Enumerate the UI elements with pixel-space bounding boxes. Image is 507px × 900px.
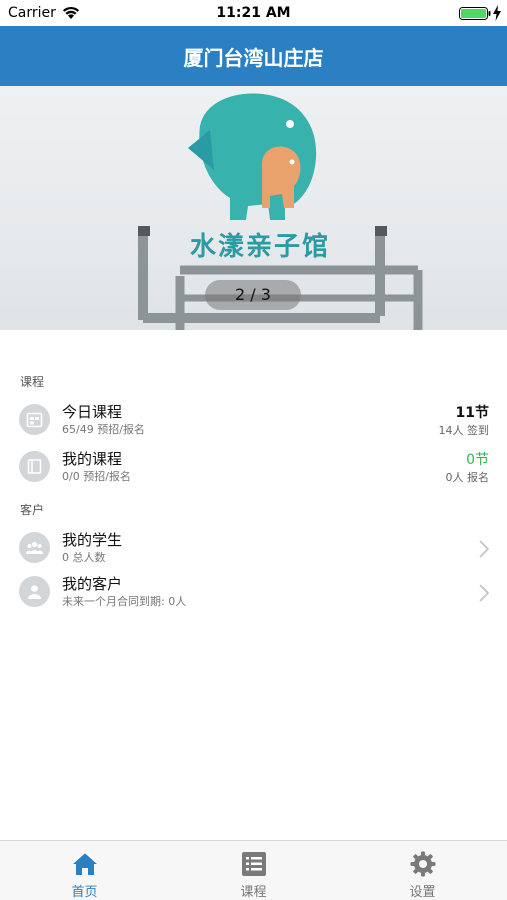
avatar [19, 451, 50, 482]
avatar [19, 532, 50, 563]
course-count: 0节 [466, 452, 489, 468]
list-item-today-courses[interactable]: 今日课程 65/49 预招/报名 11节 14人 签到 [0, 398, 507, 442]
tab-label: 首页 [71, 885, 98, 900]
tab-settings[interactable]: 设置 [338, 841, 507, 900]
home-icon [72, 851, 98, 875]
gear-icon [410, 851, 436, 877]
tab-label: 设置 [409, 885, 436, 900]
person-icon [28, 585, 41, 599]
app-header: 厦门台湾山庄店 [0, 26, 507, 86]
page-title: 厦门台湾山庄店 [183, 46, 324, 70]
list-item-subtitle: 未来一个月合同到期: 0人 [62, 595, 187, 608]
banner-carousel[interactable]: 水漾亲子馆 2 / 3 [0, 86, 507, 330]
list-item-title: 今日课程 [62, 403, 123, 421]
status-time: 11:21 AM [216, 5, 291, 21]
banner-logo-text: 水漾亲子馆 [190, 232, 331, 262]
charging-bolt-icon [493, 5, 501, 21]
tab-home[interactable]: 首页 [0, 841, 169, 900]
course-count: 11节 [455, 405, 489, 421]
tab-courses[interactable]: 课程 [169, 841, 338, 900]
section-title-courses: 课程 [20, 375, 45, 389]
avatar [19, 404, 50, 435]
enroll-count: 0人 报名 [445, 471, 490, 484]
battery-icon [459, 7, 491, 20]
group-icon [26, 541, 43, 554]
tab-bar: 首页 课程 设置 [0, 840, 507, 900]
list-item-subtitle: 0 总人数 [62, 551, 106, 564]
checkin-count: 14人 签到 [438, 424, 490, 437]
list-item-my-customers[interactable]: 我的客户 未来一个月合同到期: 0人 [0, 570, 507, 614]
banner-page-indicator: 2 / 3 [205, 280, 301, 310]
list-item-my-courses[interactable]: 我的课程 0/0 预招/报名 0节 0人 报名 [0, 445, 507, 489]
calendar-icon [26, 412, 43, 428]
chevron-right-icon [479, 540, 489, 558]
section-title-customers: 客户 [20, 503, 45, 517]
book-icon [27, 459, 42, 474]
list-item-my-students[interactable]: 我的学生 0 总人数 [0, 526, 507, 570]
list-item-title: 我的客户 [62, 575, 123, 593]
status-bar: Carrier 11:21 AM [0, 0, 507, 26]
list-item-title: 我的课程 [62, 450, 123, 468]
elephant-logo [188, 93, 317, 220]
avatar [19, 576, 50, 607]
tab-label: 课程 [240, 885, 267, 900]
list-item-subtitle: 65/49 预招/报名 [62, 423, 145, 436]
chevron-right-icon [479, 584, 489, 602]
list-item-title: 我的学生 [62, 531, 123, 549]
list-icon [242, 852, 266, 876]
list-item-subtitle: 0/0 预招/报名 [62, 470, 131, 483]
